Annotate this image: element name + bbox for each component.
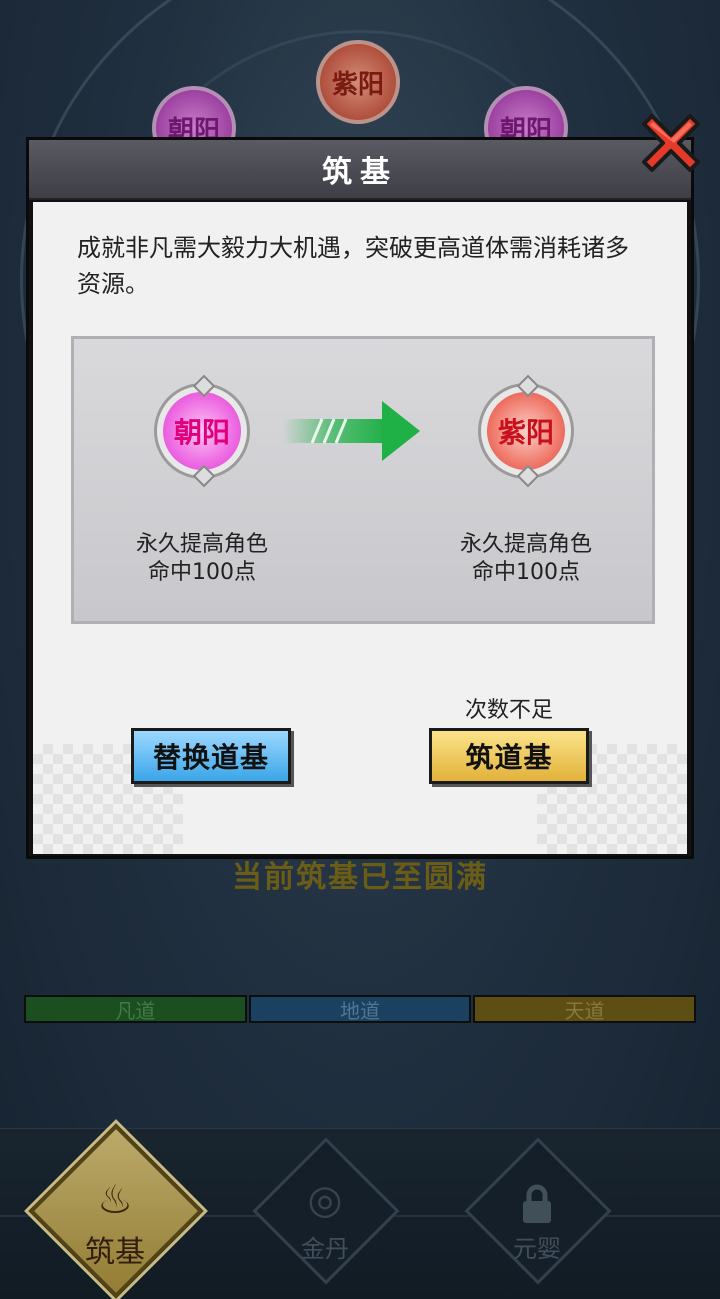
dialog-body: 成就非凡需大毅力大机遇，突破更高道体需消耗诸多资源。 朝阳 紫阳 永久提高角色 … xyxy=(33,202,687,854)
next-foundation-orb: 紫阳 xyxy=(478,383,574,479)
upgrade-arrow-icon xyxy=(282,401,420,461)
current-effect-text: 永久提高角色 命中100点 xyxy=(102,531,302,587)
upgrade-compare-panel: 朝阳 紫阳 永久提高角色 命中100点 永久提高角色 命中100点 xyxy=(71,336,655,624)
next-foundation-label: 紫阳 xyxy=(487,392,565,470)
build-foundation-button[interactable]: 筑道基 xyxy=(429,728,589,784)
current-effect-line2: 命中100点 xyxy=(148,560,256,585)
next-effect-line1: 永久提高角色 xyxy=(459,532,592,557)
insufficient-count-text: 次数不足 xyxy=(464,698,553,723)
zhuji-dialog: 筑基 成就非凡需大毅力大机遇，突破更高道体需消耗诸多资源。 朝阳 紫阳 永久提高… xyxy=(26,137,694,859)
current-foundation-orb: 朝阳 xyxy=(154,383,250,479)
dialog-header: 筑基 xyxy=(29,140,691,200)
current-foundation-label: 朝阳 xyxy=(163,392,241,470)
next-effect-line2: 命中100点 xyxy=(472,560,580,585)
replace-foundation-button[interactable]: 替换道基 xyxy=(131,728,291,784)
close-x-icon[interactable] xyxy=(636,108,706,178)
current-effect-line1: 永久提高角色 xyxy=(135,532,268,557)
next-effect-text: 永久提高角色 命中100点 xyxy=(426,531,626,587)
dialog-description: 成就非凡需大毅力大机遇，突破更高道体需消耗诸多资源。 xyxy=(77,234,629,298)
dialog-title: 筑基 xyxy=(322,155,398,190)
